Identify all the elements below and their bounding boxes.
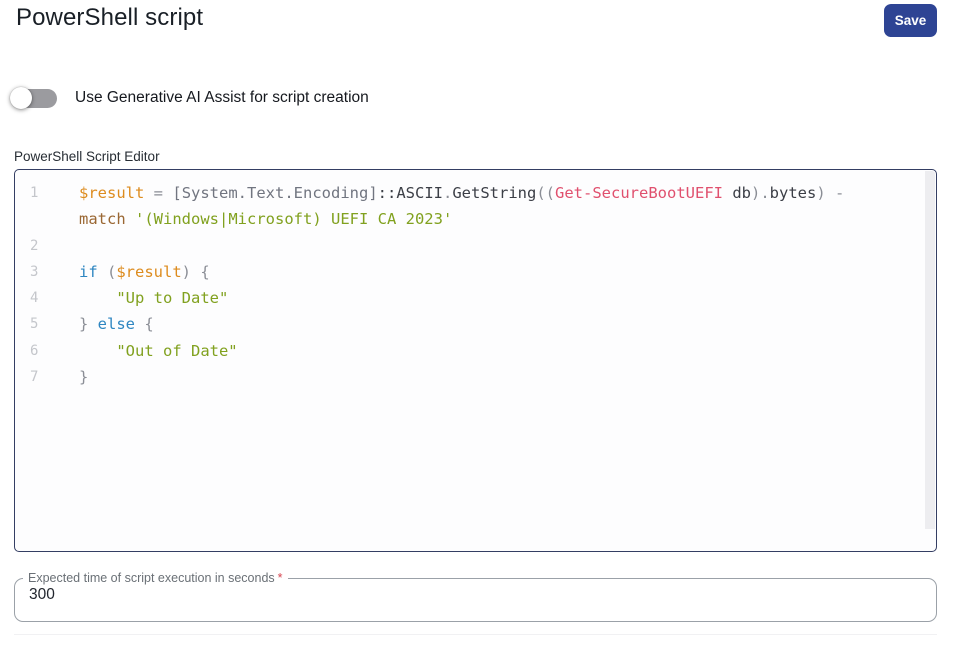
code-token-member: bytes — [769, 184, 817, 202]
bottom-divider — [14, 634, 937, 635]
code-token-operator: = — [153, 184, 164, 202]
code-row: 4 "Up to Date" — [15, 285, 936, 311]
code-token-member: ::ASCII — [377, 184, 443, 202]
line-number — [15, 206, 79, 232]
code-token-member: db — [723, 184, 751, 202]
powershell-script-page: PowerShell script Save Use Generative AI… — [0, 0, 957, 667]
code-line: $result = [System.Text.Encoding]::ASCII.… — [79, 180, 844, 206]
code-token-operator: (( — [536, 184, 556, 202]
page-title: PowerShell script — [16, 4, 204, 31]
line-number: 7 — [30, 369, 39, 386]
code-token-operator: } — [79, 315, 98, 334]
code-row: match '(Windows|Microsoft) UEFI CA 2023' — [15, 206, 936, 232]
ai-assist-toggle-row: Use Generative AI Assist for script crea… — [10, 84, 369, 112]
code-token-string: "Up to Date" — [116, 289, 229, 308]
code-token-operator: } — [79, 368, 89, 387]
ai-assist-toggle[interactable] — [10, 85, 58, 111]
code-editor[interactable]: 1 $result = [System.Text.Encoding]::ASCII… — [14, 169, 937, 552]
code-token-member: GetString — [452, 184, 537, 202]
code-token-operator: ). — [751, 184, 770, 202]
code-row: 3 if ($result) { — [15, 259, 936, 285]
code-line: "Out of Date" — [79, 338, 238, 364]
editor-scrollbar[interactable] — [925, 171, 935, 529]
line-number: 6 — [30, 342, 39, 359]
code-token-type: [System.Text.Encoding] — [172, 184, 378, 202]
save-button[interactable]: Save — [884, 4, 937, 37]
code-row: 2 — [15, 233, 936, 259]
toggle-knob-icon — [10, 87, 32, 109]
code-token-operator: - — [825, 184, 845, 202]
code-line: } else { — [79, 311, 154, 337]
code-row: 6 "Out of Date" — [15, 338, 936, 364]
code-token-variable: $result — [116, 262, 182, 281]
execution-time-value[interactable]: 300 — [15, 586, 936, 604]
line-number: 3 — [30, 263, 39, 280]
code-line: } — [79, 364, 88, 390]
line-number: 5 — [30, 316, 39, 333]
execution-time-field[interactable]: Expected time of script execution in sec… — [14, 571, 937, 622]
line-number: 1 — [30, 185, 39, 201]
code-token-keyword: else — [97, 315, 135, 334]
code-row: 5} else { — [15, 311, 936, 337]
code-token-operator: { — [135, 315, 154, 334]
execution-time-legend: Expected time of script execution in sec… — [23, 571, 288, 585]
line-number: 2 — [30, 237, 39, 254]
ai-assist-toggle-label: Use Generative AI Assist for script crea… — [75, 89, 369, 106]
code-token-operator: ) { — [181, 262, 210, 281]
code-token-operator: . — [443, 184, 453, 202]
code-token-cmdlet: Get-SecureBootUEFI — [555, 184, 723, 202]
code-line: if ($result) { — [79, 259, 210, 285]
code-line: match '(Windows|Microsoft) UEFI CA 2023' — [79, 206, 452, 232]
code-row: 1 $result = [System.Text.Encoding]::ASCII… — [15, 180, 936, 206]
code-token-operator: ) — [816, 184, 826, 202]
code-token-param: match — [79, 210, 126, 229]
required-asterisk: * — [277, 571, 283, 585]
execution-time-label: Expected time of script execution in sec… — [28, 571, 275, 585]
code-rows: 1 $result = [System.Text.Encoding]::ASCII… — [15, 170, 936, 390]
editor-label: PowerShell Script Editor — [14, 149, 160, 164]
code-token-string: "Out of Date" — [116, 341, 238, 360]
code-token-variable: $result — [79, 184, 145, 202]
line-number: 4 — [30, 290, 39, 307]
code-token-string: '(Windows|Microsoft) UEFI CA 2023' — [135, 210, 453, 229]
code-row: 7} — [15, 364, 936, 390]
code-token-keyword: if — [79, 262, 98, 281]
code-token-operator: ( — [97, 262, 117, 281]
code-line: "Up to Date" — [79, 285, 228, 311]
